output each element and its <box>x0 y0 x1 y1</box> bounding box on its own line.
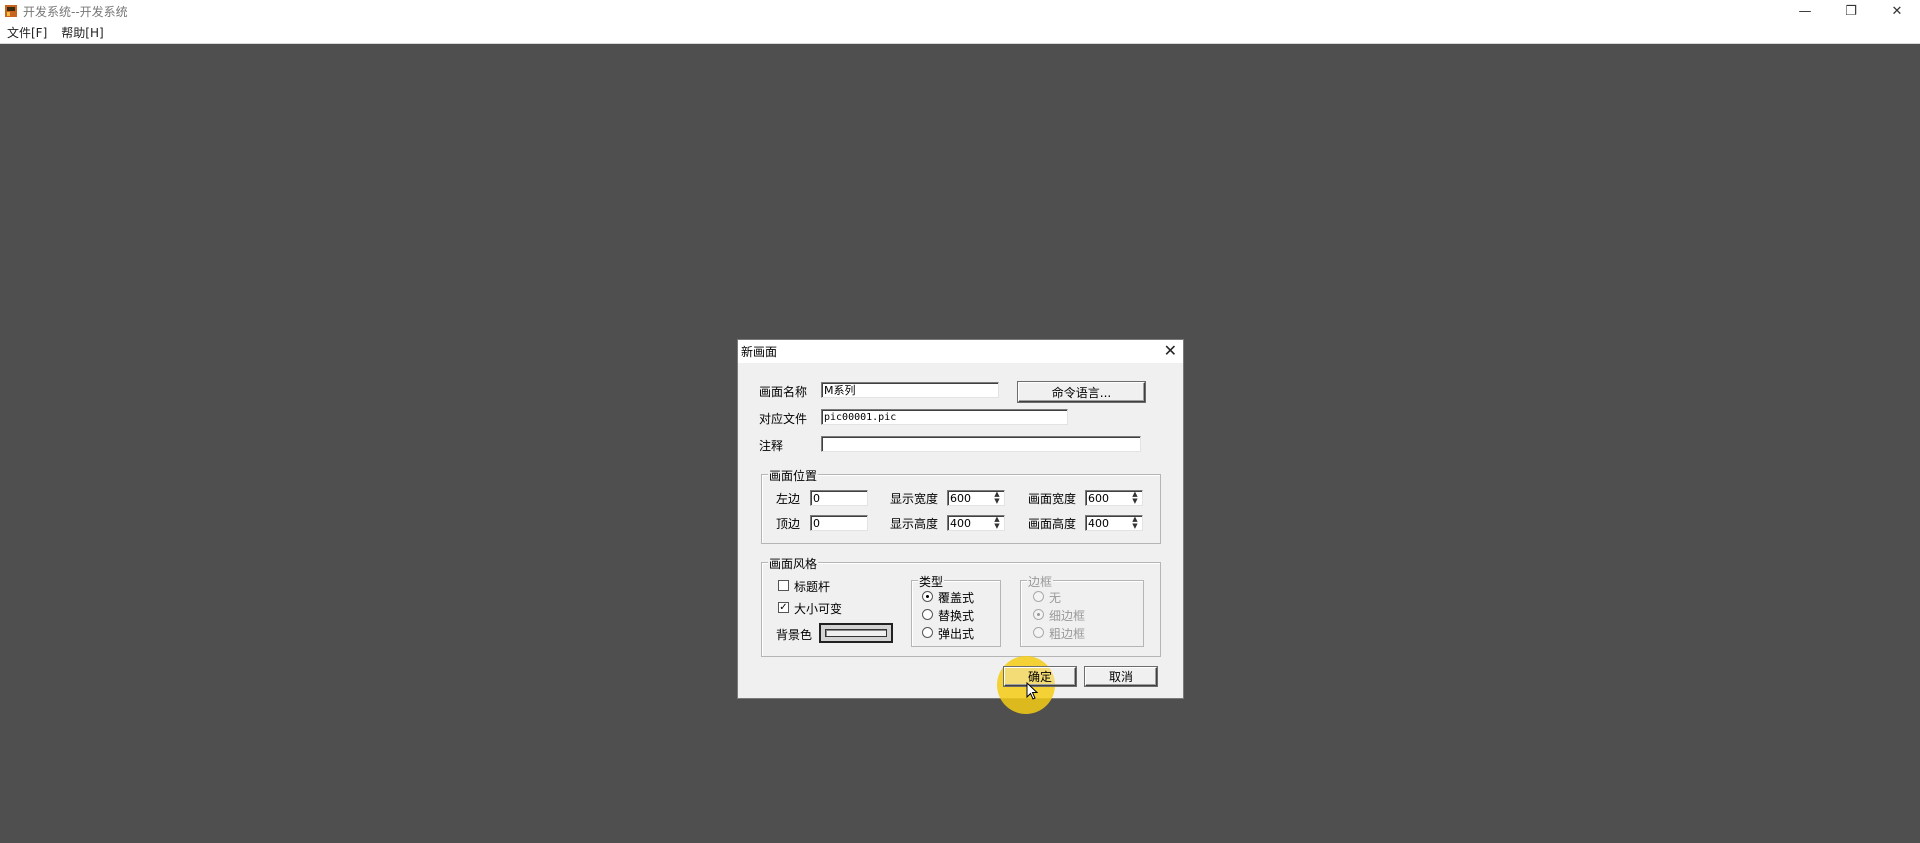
border-none-label: 无 <box>1049 591 1062 605</box>
display-height-label: 显示高度 <box>890 517 939 531</box>
style-group: 画面风格 标题杆 ✓ 大小可变 背景色 类型 覆盖式 替换式 弹出式 边框 无 … <box>761 555 1161 657</box>
note-input[interactable] <box>821 436 1141 452</box>
new-picture-dialog: 新画面 ✕ 画面名称 M系列 命令语言... 对应文件 pic00001.pic… <box>737 339 1184 714</box>
position-group: 画面位置 左边 0 顶边 0 显示宽度 600 ▲ ▼ 显示高度 400 ▲ ▼ 画… <box>761 467 1161 544</box>
position-group-legend: 画面位置 <box>768 467 819 484</box>
resizable-checkbox[interactable]: ✓ <box>778 602 789 613</box>
window-titlebar: 开发系统--开发系统 — ❐ ✕ <box>0 0 1920 22</box>
picture-height-spin-icon[interactable]: ▲ ▼ <box>1129 515 1141 531</box>
border-radio-thick <box>1033 627 1044 638</box>
border-group-legend: 边框 <box>1027 573 1054 590</box>
type-replace-label: 替换式 <box>938 609 975 623</box>
dialog-close-icon[interactable]: ✕ <box>1164 341 1177 361</box>
display-height-spin-icon[interactable]: ▲ ▼ <box>991 515 1003 531</box>
type-radio-popup[interactable] <box>922 627 933 638</box>
style-group-legend: 画面风格 <box>768 555 819 572</box>
border-group: 边框 无 细边框 粗边框 <box>1020 573 1144 647</box>
display-width-spin-icon[interactable]: ▲ ▼ <box>991 490 1003 506</box>
border-thick-label: 粗边框 <box>1049 627 1086 641</box>
top-label: 顶边 <box>776 517 801 531</box>
picture-height-label: 画面高度 <box>1028 517 1077 531</box>
dialog-titlebar: 新画面 ✕ <box>738 340 1183 363</box>
menu-help[interactable]: 帮助[H] <box>54 24 110 41</box>
note-label: 注释 <box>759 439 784 453</box>
dialog-title: 新画面 <box>741 345 778 359</box>
app-icon <box>5 5 17 17</box>
top-input[interactable]: 0 <box>810 515 868 531</box>
mouse-pointer-icon <box>1026 682 1039 700</box>
left-label: 左边 <box>776 492 801 506</box>
bgcolor-button[interactable] <box>819 623 893 643</box>
type-radio-overlay[interactable] <box>922 591 933 602</box>
left-input[interactable]: 0 <box>810 490 868 506</box>
type-group: 类型 覆盖式 替换式 弹出式 <box>911 573 1001 647</box>
type-group-legend: 类型 <box>918 573 945 590</box>
minimize-button[interactable]: — <box>1782 0 1828 22</box>
file-label: 对应文件 <box>759 412 808 426</box>
menu-file[interactable]: 文件[F] <box>0 24 54 41</box>
command-language-button[interactable]: 命令语言... <box>1018 382 1145 402</box>
bgcolor-label: 背景色 <box>776 628 813 642</box>
window-controls: — ❐ ✕ <box>1782 0 1920 22</box>
ok-button[interactable]: 确定 <box>1004 667 1076 686</box>
name-label: 画面名称 <box>759 385 808 399</box>
restore-button[interactable]: ❐ <box>1828 0 1874 22</box>
close-window-button[interactable]: ✕ <box>1874 0 1920 22</box>
name-input[interactable]: M系列 <box>821 382 999 398</box>
titlebar-checkbox[interactable] <box>778 580 789 591</box>
file-input[interactable]: pic00001.pic <box>821 409 1068 425</box>
cancel-button[interactable]: 取消 <box>1085 667 1157 686</box>
border-radio-thin <box>1033 609 1044 620</box>
titlebar-label: 标题杆 <box>794 580 831 594</box>
border-radio-none <box>1033 591 1044 602</box>
bgcolor-swatch <box>825 629 887 637</box>
type-popup-label: 弹出式 <box>938 627 975 641</box>
border-thin-label: 细边框 <box>1049 609 1086 623</box>
type-overlay-label: 覆盖式 <box>938 591 975 605</box>
menu-bar: 文件[F] 帮助[H] <box>0 22 1920 44</box>
resizable-label: 大小可变 <box>794 602 843 616</box>
window-title: 开发系统--开发系统 <box>23 4 128 19</box>
picture-width-spin-icon[interactable]: ▲ ▼ <box>1129 490 1141 506</box>
display-width-label: 显示宽度 <box>890 492 939 506</box>
picture-width-label: 画面宽度 <box>1028 492 1077 506</box>
type-radio-replace[interactable] <box>922 609 933 620</box>
